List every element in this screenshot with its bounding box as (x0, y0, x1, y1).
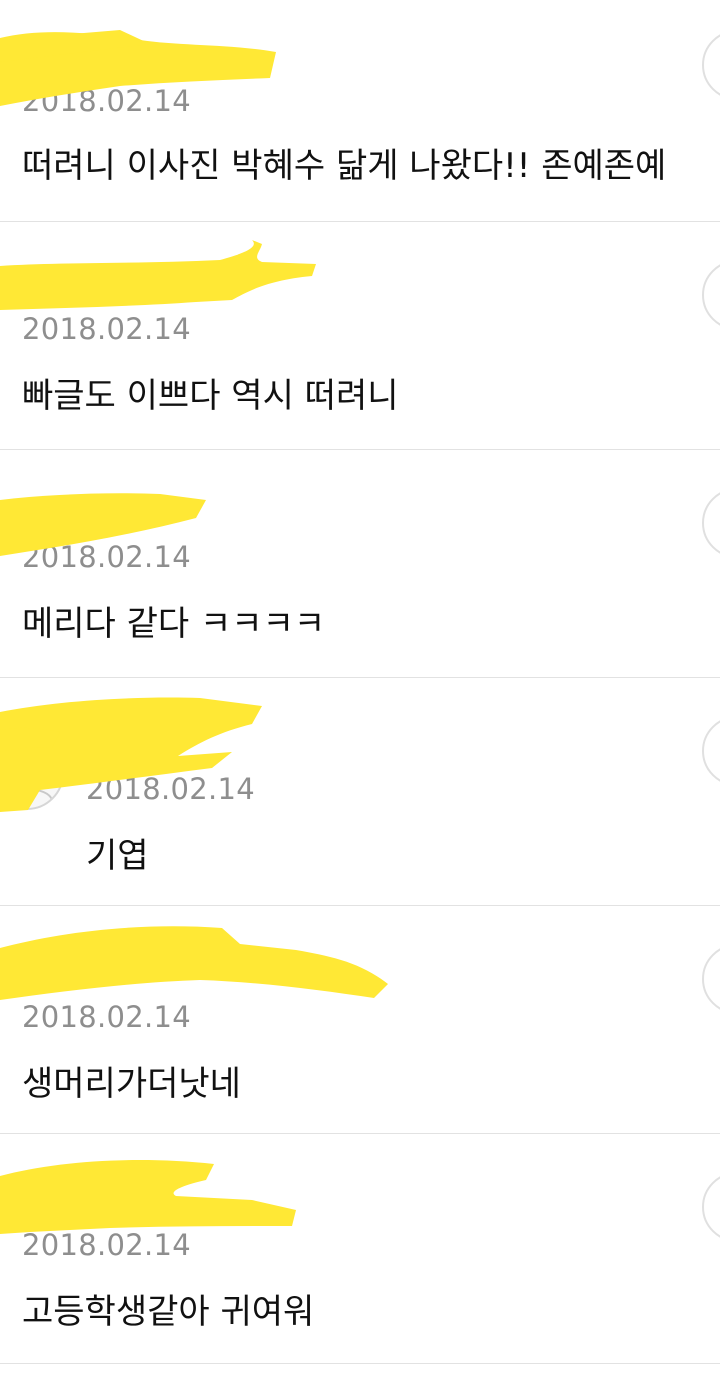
comment-text: 빠글도 이쁘다 역시 떠려니 (22, 376, 399, 416)
default-avatar-icon (5, 755, 53, 801)
comment-item[interactable]: 2018.02.14 고등학생같아 귀여워 (0, 1134, 720, 1364)
comment-date: 2018.02.14 (22, 84, 192, 118)
comment-item[interactable]: 2018.02.14 메리다 같다 ㅋㅋㅋㅋ (0, 450, 720, 678)
comment-date: 2018.02.14 (22, 1000, 192, 1034)
more-options-button[interactable] (702, 716, 720, 786)
comment-text: 떠려니 이사진 박혜수 닮게 나왔다!! 존예존예 (22, 146, 667, 186)
avatar[interactable] (0, 736, 64, 810)
comment-date: 2018.02.14 (22, 1228, 192, 1262)
more-options-button[interactable] (702, 944, 720, 1014)
comment-list: 2018.02.14 떠려니 이사진 박혜수 닮게 나왔다!! 존예존예 201… (0, 0, 720, 1388)
comment-item[interactable]: 2018.02.14 떠려니 이사진 박혜수 닮게 나왔다!! 존예존예 (0, 0, 720, 222)
edge-mark (0, 1210, 2, 1232)
comment-text: 기엽 (86, 836, 149, 876)
comment-item[interactable]: 2018.02.14 기엽 (0, 678, 720, 906)
more-options-button[interactable] (702, 260, 720, 330)
comment-date: 2018.02.14 (86, 772, 256, 806)
comment-date: 2018.02.14 (22, 312, 192, 346)
more-options-button[interactable] (702, 30, 720, 100)
comment-date: 2018.02.14 (22, 540, 192, 574)
comment-text: 생머리가더낫네 (22, 1064, 241, 1104)
more-options-button[interactable] (702, 488, 720, 558)
comment-text: 메리다 같다 ㅋㅋㅋㅋ (22, 604, 326, 644)
more-options-button[interactable] (702, 1172, 720, 1242)
comment-item[interactable]: 2018.02.14 빠글도 이쁘다 역시 떠려니 (0, 222, 720, 450)
comment-text: 고등학생같아 귀여워 (22, 1292, 315, 1332)
comment-item[interactable]: 2018.02.14 생머리가더낫네 (0, 906, 720, 1134)
